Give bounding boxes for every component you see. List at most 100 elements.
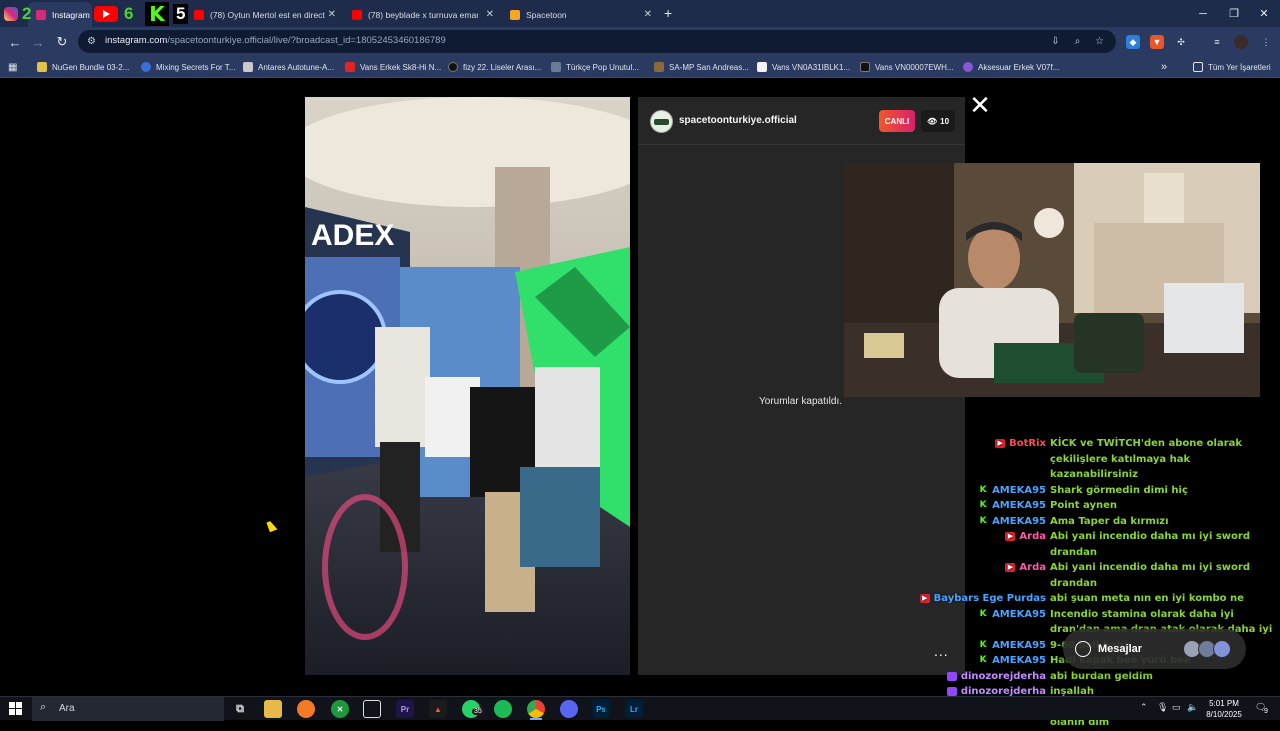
bookmark-favicon: [860, 62, 870, 72]
new-tab-button[interactable]: +: [664, 5, 672, 21]
address-bar[interactable]: ⚙ instagram.com/spacetoonturkiye.officia…: [78, 30, 1116, 53]
whatsapp-badge: 35: [472, 708, 484, 715]
account-username[interactable]: spacetoonturkiye.official: [679, 115, 797, 126]
windows-start-icon[interactable]: [9, 702, 22, 715]
chrome-icon[interactable]: [527, 700, 545, 718]
reload-button[interactable]: ↻: [53, 33, 71, 51]
youtube-icon: [194, 9, 204, 20]
bookmark-item[interactable]: Vans VN00007EWH...: [860, 60, 954, 74]
menu-kebab-icon[interactable]: ⋮: [1259, 35, 1273, 49]
snipping-tool-icon[interactable]: [363, 700, 381, 718]
lightroom-icon[interactable]: Lr: [625, 700, 643, 718]
back-button[interactable]: ←: [6, 33, 24, 51]
messages-button[interactable]: Mesajlar: [1063, 629, 1246, 669]
shield-extension-icon[interactable]: ◆: [1126, 35, 1140, 49]
close-live-button[interactable]: ✕: [969, 92, 991, 118]
chat-username: Arda: [1019, 531, 1046, 542]
kick-icon: K: [979, 655, 987, 665]
youtube-icon: [94, 6, 118, 22]
bookmark-item[interactable]: NuGen Bundle 03-2...: [37, 60, 129, 74]
chat-username: AMEKA95: [992, 639, 1046, 651]
bookmark-favicon: [141, 62, 151, 72]
chat-username: AMEKA95: [992, 515, 1046, 527]
zoom-icon[interactable]: ⌕: [1071, 35, 1084, 48]
close-tab-icon[interactable]: ✕: [328, 9, 336, 20]
brave-shield-icon[interactable]: ▼: [1150, 35, 1164, 49]
bookmark-item[interactable]: Vans Erkek Sk8-Hi N...: [345, 60, 441, 74]
url-host: instagram.com: [105, 35, 168, 46]
bookmark-label: Aksesuar Erkek V07f...: [978, 62, 1060, 72]
spotify-icon[interactable]: [494, 700, 512, 718]
bookmark-label: NuGen Bundle 03-2...: [52, 62, 130, 72]
extensions-icon[interactable]: ✣: [1174, 35, 1188, 49]
folder-icon: [1193, 62, 1203, 72]
close-tab-icon[interactable]: ✕: [644, 9, 652, 20]
premiere-pro-icon[interactable]: Pr: [396, 700, 414, 718]
xbox-icon[interactable]: ✕: [331, 700, 349, 718]
chat-author: K AMEKA95: [930, 498, 1050, 514]
taskbar-search[interactable]: ⌕ Ara: [32, 697, 224, 721]
toolbar: ← → ↻ ⚙ instagram.com/spacetoonturkiye.o…: [0, 27, 1280, 56]
discord-icon[interactable]: [560, 700, 578, 718]
task-view-icon[interactable]: ⧉: [231, 700, 249, 718]
file-explorer-icon[interactable]: [264, 700, 282, 718]
live-video-feed[interactable]: ADEX: [305, 97, 630, 675]
forward-button[interactable]: →: [29, 33, 47, 51]
youtube-counter-overlay: 6: [94, 3, 133, 25]
chat-author: K AMEKA95: [930, 607, 1050, 623]
install-app-icon[interactable]: ⇩: [1049, 35, 1062, 48]
bookmark-label: Antares Autotune-A...: [258, 62, 335, 72]
media-queue-icon[interactable]: ≡: [1210, 35, 1224, 49]
bookmark-item[interactable]: fizy 22. Liseler Arası...: [448, 60, 541, 74]
bookmark-star-icon[interactable]: ☆: [1093, 35, 1106, 48]
close-tab-icon[interactable]: ✕: [486, 9, 494, 20]
monitor-icon[interactable]: ▭: [1172, 702, 1181, 713]
tab-instagram[interactable]: Instagram: [28, 2, 92, 27]
bookmark-item[interactable]: SA-MP San Andreas...: [654, 60, 749, 74]
tab-label: Instagram: [52, 9, 90, 20]
bookmark-favicon: [345, 62, 355, 72]
bookmark-item[interactable]: Türkçe Pop Unutul...: [551, 60, 639, 74]
microphone-icon[interactable]: 🎙: [1157, 702, 1168, 713]
windows-taskbar: ⌕ Ara ⧉ ✕ Pr ▲ 35 Ps Lr ⌃ 🎙 ▭ 🔈 5:01 PM …: [0, 696, 1280, 721]
stream-counter-overlay: 2: [4, 2, 31, 26]
kick-icon: K: [979, 500, 987, 510]
chat-author: K AMEKA95: [930, 514, 1050, 530]
site-info-icon[interactable]: ⚙: [87, 36, 98, 47]
apps-grid-icon[interactable]: ▦: [8, 60, 17, 74]
tray-overflow-icon[interactable]: ⌃: [1140, 702, 1148, 713]
bookmark-item[interactable]: Aksesuar Erkek V07f...: [963, 60, 1059, 74]
kick-icon: K: [979, 608, 987, 619]
firefox-icon[interactable]: [297, 700, 315, 718]
app-icon[interactable]: ▲: [429, 700, 447, 718]
bookmark-favicon: [551, 62, 561, 72]
tab-youtube-beyblade[interactable]: (78) beyblade x turnuva emar ✕: [344, 2, 502, 27]
viewer-count-value: 10: [940, 116, 950, 126]
notification-count: 9: [1264, 708, 1268, 715]
bookmark-item[interactable]: Mixing Secrets For T...: [141, 60, 235, 74]
live-header: spacetoonturkiye.official CANLI 👁 10: [638, 97, 965, 145]
youtube-icon: ▶: [995, 439, 1006, 449]
tab-label: (78) Oytun Mertol est en direct: [210, 9, 325, 20]
bookmark-item[interactable]: Vans VN0A31IBLK1...: [757, 60, 850, 74]
minimize-button[interactable]: ─: [1186, 0, 1220, 27]
chat-text: abi burdan geldim: [1050, 670, 1153, 682]
tab-spacetoon[interactable]: Spacetoon ✕: [502, 2, 660, 27]
kick-icon: K: [979, 484, 987, 495]
bookmark-label: Türkçe Pop Unutul...: [566, 62, 639, 72]
all-bookmarks-folder[interactable]: Tüm Yer İşaretleri: [1193, 60, 1271, 74]
profile-avatar[interactable]: [1234, 35, 1248, 49]
account-avatar[interactable]: [650, 110, 673, 133]
chat-username: BotRix: [1009, 438, 1046, 449]
comments-disabled-text: Yorumlar kapatıldı.: [759, 396, 843, 407]
chat-author: K AMEKA95: [930, 483, 1050, 499]
bookmarks-overflow-button[interactable]: »: [1161, 60, 1167, 74]
tab-youtube-live[interactable]: (78) Oytun Mertol est en direct ✕: [186, 2, 344, 27]
photoshop-icon[interactable]: Ps: [592, 700, 610, 718]
chat-username: dinozorejderha: [960, 670, 1046, 682]
system-clock[interactable]: 5:01 PM 8/10/2025: [1196, 698, 1252, 720]
contact-avatar[interactable]: [1213, 640, 1231, 658]
restore-button[interactable]: ❐: [1217, 0, 1251, 27]
bookmark-item[interactable]: Antares Autotune-A...: [243, 60, 334, 74]
close-window-button[interactable]: ✕: [1247, 0, 1280, 27]
